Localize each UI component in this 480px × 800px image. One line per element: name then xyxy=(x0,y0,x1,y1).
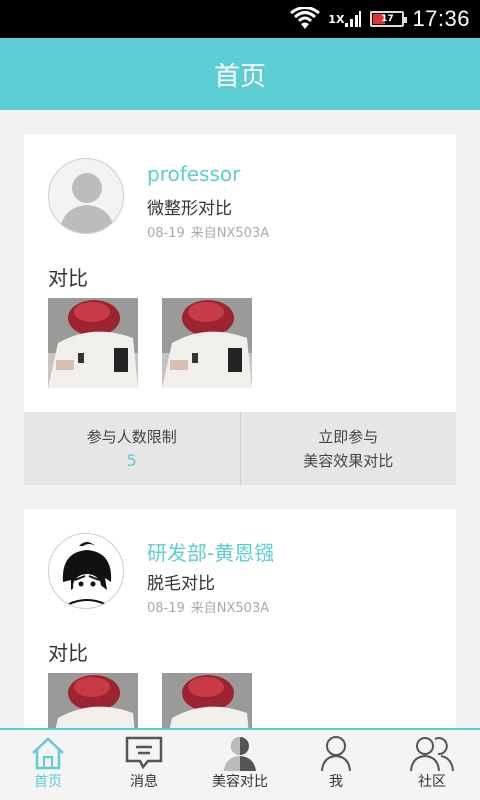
post-card[interactable]: professor 微整形对比 08-19 来自NX503A 对比 参与人数限制… xyxy=(24,134,456,485)
section-label: 对比 xyxy=(48,641,88,665)
post-actions: 参与人数限制 5 立即参与 美容效果对比 xyxy=(24,412,456,485)
nav-item-messages[interactable]: 消息 xyxy=(96,730,192,800)
app-header: 首页 xyxy=(0,38,480,110)
author-name[interactable]: professor xyxy=(147,162,240,186)
anime-avatar-icon xyxy=(62,542,112,605)
comparison-photo[interactable] xyxy=(162,298,252,388)
page-title: 首页 xyxy=(213,61,266,92)
post-source: 来自NX503A xyxy=(190,601,270,616)
message-icon xyxy=(124,735,164,775)
post-feed[interactable]: professor 微整形对比 08-19 来自NX503A 对比 参与人数限制… xyxy=(0,110,480,728)
nav-item-home[interactable]: 首页 xyxy=(0,730,96,800)
bottom-nav: 首页 消息 美容对比 我 社区 xyxy=(0,728,480,800)
nav-item-community[interactable]: 社区 xyxy=(384,730,480,800)
join-now-label: 立即参与 xyxy=(318,427,379,446)
post-meta: 08-19 来自NX503A xyxy=(147,222,269,241)
post-subject: 脱毛对比 xyxy=(147,574,215,594)
participant-limit-value: 5 xyxy=(126,450,137,470)
wifi-icon xyxy=(290,7,321,31)
status-bar: 1X 17 17:36 xyxy=(0,0,480,38)
person-icon xyxy=(318,735,354,775)
nav-item-compare[interactable]: 美容对比 xyxy=(192,730,288,800)
community-icon xyxy=(408,735,456,775)
post-subject: 微整形对比 xyxy=(147,199,232,219)
post-source: 来自NX503A xyxy=(190,226,270,241)
comparison-photo[interactable] xyxy=(162,673,252,728)
network-type: 1X xyxy=(328,12,345,26)
post-meta: 08-19 来自NX503A xyxy=(147,597,269,616)
battery-level: 17 xyxy=(381,14,394,24)
post-date: 08-19 xyxy=(147,601,185,616)
comparison-photo[interactable] xyxy=(48,673,138,728)
compare-icon xyxy=(220,735,260,775)
avatar[interactable] xyxy=(48,533,124,609)
comparison-photo[interactable] xyxy=(48,298,138,388)
avatar[interactable] xyxy=(48,158,124,234)
default-user-icon xyxy=(59,173,115,233)
section-label: 对比 xyxy=(48,266,88,290)
nav-item-me[interactable]: 我 xyxy=(288,730,384,800)
post-date: 08-19 xyxy=(147,226,185,241)
status-time: 17:36 xyxy=(412,6,470,31)
signal-icon: 1X xyxy=(328,11,362,27)
post-card[interactable]: 研发部-黄恩镪 脱毛对比 08-19 来自NX503A 对比 xyxy=(24,509,456,728)
author-name[interactable]: 研发部-黄恩镪 xyxy=(147,537,274,566)
participant-limit: 参与人数限制 5 xyxy=(24,412,240,485)
battery-icon: 17 xyxy=(370,11,408,27)
join-now-sublabel: 美容效果对比 xyxy=(303,451,394,470)
participant-limit-label: 参与人数限制 xyxy=(86,427,177,446)
home-icon xyxy=(30,735,66,775)
join-now-button[interactable]: 立即参与 美容效果对比 xyxy=(239,412,457,485)
